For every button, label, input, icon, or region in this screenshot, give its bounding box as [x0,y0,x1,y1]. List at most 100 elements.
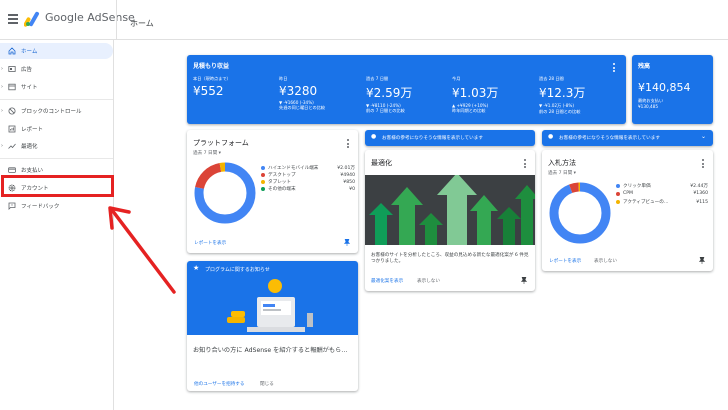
chevron-right-icon: › [1,66,3,72]
sidebar-item-sites[interactable]: › サイト [0,79,113,95]
more-vert-icon[interactable] [524,159,527,168]
legend-label: アクティブビューの… [623,200,669,205]
platform-donut-chart [194,162,256,224]
period-dropdown[interactable]: 過去 7 日間 ▾ [193,150,221,156]
sidebar-item-ads[interactable]: › 広告 [0,61,113,77]
lightbulb-icon: ● [548,133,554,140]
breadcrumb: ホーム [130,19,154,28]
legend-dot [616,200,620,204]
earnings-col-last28: 過去 28 日間 ¥12.3万 ▼ -¥1.02万 (-8%) 前の 28 日間… [539,76,623,115]
more-vert-icon[interactable] [613,63,616,72]
sidebar-divider [0,158,113,159]
legend-value: ¥0 [349,186,355,192]
legend-value: ¥4940 [340,172,355,178]
chevron-down-icon[interactable]: ⌄ [701,133,706,140]
more-vert-icon[interactable] [347,139,350,148]
legend-item: タブレット ¥850 [261,179,355,185]
earnings-label: 過去 7 日間 [366,76,389,81]
card-title: 残高 [638,63,651,70]
legend-dot [261,187,265,191]
close-button[interactable]: 閉じる [260,381,274,387]
earnings-col-yesterday: 昨日 ¥3280 ▼ -¥1660 (-34%) 先週の同じ曜日との比較 [279,76,361,111]
more-vert-icon[interactable] [702,159,705,168]
dismiss-button[interactable]: 表示しない [594,258,617,264]
period-dropdown[interactable]: 過去 7 日間 ▾ [548,170,576,176]
earnings-col-last7: 過去 7 日間 ¥2.59万 ▼ -¥8110 (-24%) 前の 7 日間との… [366,76,448,114]
card-title: プラットフォーム [193,139,249,147]
legend-item: アクティブビューの… ¥115 [616,199,708,205]
earnings-value: ¥2.59万 [366,86,413,100]
sidebar-item-reports[interactable]: レポート [0,121,113,137]
card-title: 入札方法 [548,159,576,167]
legend-dot [261,180,265,184]
home-icon [8,47,16,55]
earnings-value: ¥552 [193,84,224,98]
legend-value: ¥2.01万 [337,166,355,171]
legend-label: ハイエンドモバイル端末 [268,166,319,171]
earnings-value: ¥12.3万 [539,86,586,100]
legend-label: タブレット [268,180,291,185]
computer-illustration-icon [227,279,313,332]
earnings-compare: 前の 28 日間との比較 [539,109,581,114]
legend-label: クリック単価 [623,184,651,189]
legend-value: ¥1360 [693,191,708,196]
sidebar-item-label: ブロックのコントロール [21,109,82,115]
sidebar-item-label: 広告 [21,67,33,73]
earnings-label: 今月 [452,76,461,81]
highlight-box [1,175,114,197]
last-payment-value: ¥130,485 [638,104,658,109]
adsense-logo-icon[interactable] [24,11,42,27]
earnings-col-today: 本日（現時点まで） ¥552 [193,76,273,98]
sidebar-item-feedback[interactable]: フィードバック [0,198,113,214]
platform-card[interactable]: プラットフォーム 過去 7 日間 ▾ ハイエンドモバイル端末 ¥2.01万 デス… [187,130,358,253]
view-optimizations-link[interactable]: 最適化案を表示 [371,278,403,284]
sidebar-divider [0,99,113,100]
chevron-right-icon: › [1,84,3,90]
app-logo-text: Google AdSense [45,11,135,24]
menu-icon[interactable] [8,14,18,24]
trending-up-icon [8,142,16,150]
donut-segment [549,182,611,244]
recommendation-banner[interactable]: ● お客様の参考になりそうな情報を表示しています ⌄ [542,130,713,146]
legend-value: ¥2.44万 [690,184,708,189]
pin-icon[interactable] [699,257,705,264]
pin-icon[interactable] [521,277,527,284]
sidebar-item-label: ホーム [21,49,38,55]
estimated-earnings-card[interactable]: 見積もり収益 本日（現時点まで） ¥552 昨日 ¥3280 ▼ -¥1660 … [187,55,626,124]
pin-icon[interactable] [344,239,350,246]
earnings-label: 本日（現時点まで） [193,76,231,81]
balance-card[interactable]: 残高 ¥140,854 最終お支払い ¥130,485 [632,55,713,124]
card-title: 最適化 [371,159,392,167]
sidebar-item-blocking-controls[interactable]: › ブロックのコントロール [0,103,113,119]
legend-item: クリック単価 ¥2.44万 [616,183,708,189]
legend-item: デスクトップ ¥4940 [261,172,355,178]
sidebar-item-label: レポート [21,127,44,133]
optimization-card[interactable]: 最適化 お客様のサイトを分析したところ、収益の見込める新たな最適化案が 6 件見… [365,150,535,291]
card-header-label: プログラムに関するお知らせ [205,267,270,273]
legend-item: その他の端末 ¥0 [261,186,355,192]
sidebar-item-label: お支払い [21,168,44,174]
optimization-text: お客様のサイトを分析したところ、収益の見込める新たな最適化案が 6 件見つかりま… [371,253,529,265]
earnings-label: 過去 28 日間 [539,76,564,81]
sidebar-item-label: サイト [21,85,38,91]
chevron-right-icon: › [1,108,3,114]
legend-label: デスクトップ [268,173,296,178]
bidding-card[interactable]: 入札方法 過去 7 日間 ▾ クリック単価 ¥2.44万 CPM ¥1360 ア… [542,150,713,271]
feedback-icon [8,202,16,210]
sidebar-item-optimization[interactable]: › 最適化 [0,138,113,154]
topbar-divider [116,0,117,40]
block-icon [8,107,16,115]
invite-link[interactable]: 他のユーザーを招待する [194,381,244,387]
legend-dot [616,191,620,196]
earnings-value: ¥3280 [279,84,318,98]
optimization-illustration [365,173,535,245]
view-report-link[interactable]: レポートを表示 [194,240,226,246]
dismiss-button[interactable]: 表示しない [417,278,440,284]
sidebar: ホーム › 広告 › サイト › ブロックのコントロール レポート › 最適化 [0,40,114,410]
ad-icon [8,65,16,73]
legend-item: CPM ¥1360 [616,191,708,196]
sidebar-item-home[interactable]: ホーム [0,43,113,59]
view-report-link[interactable]: レポートを表示 [549,258,581,264]
legend-item: ハイエンドモバイル端末 ¥2.01万 [261,165,355,171]
program-announcement-card[interactable]: ★ プログラムに関するお知らせ お知り合いの方に AdSense を紹介すると報… [187,261,358,391]
